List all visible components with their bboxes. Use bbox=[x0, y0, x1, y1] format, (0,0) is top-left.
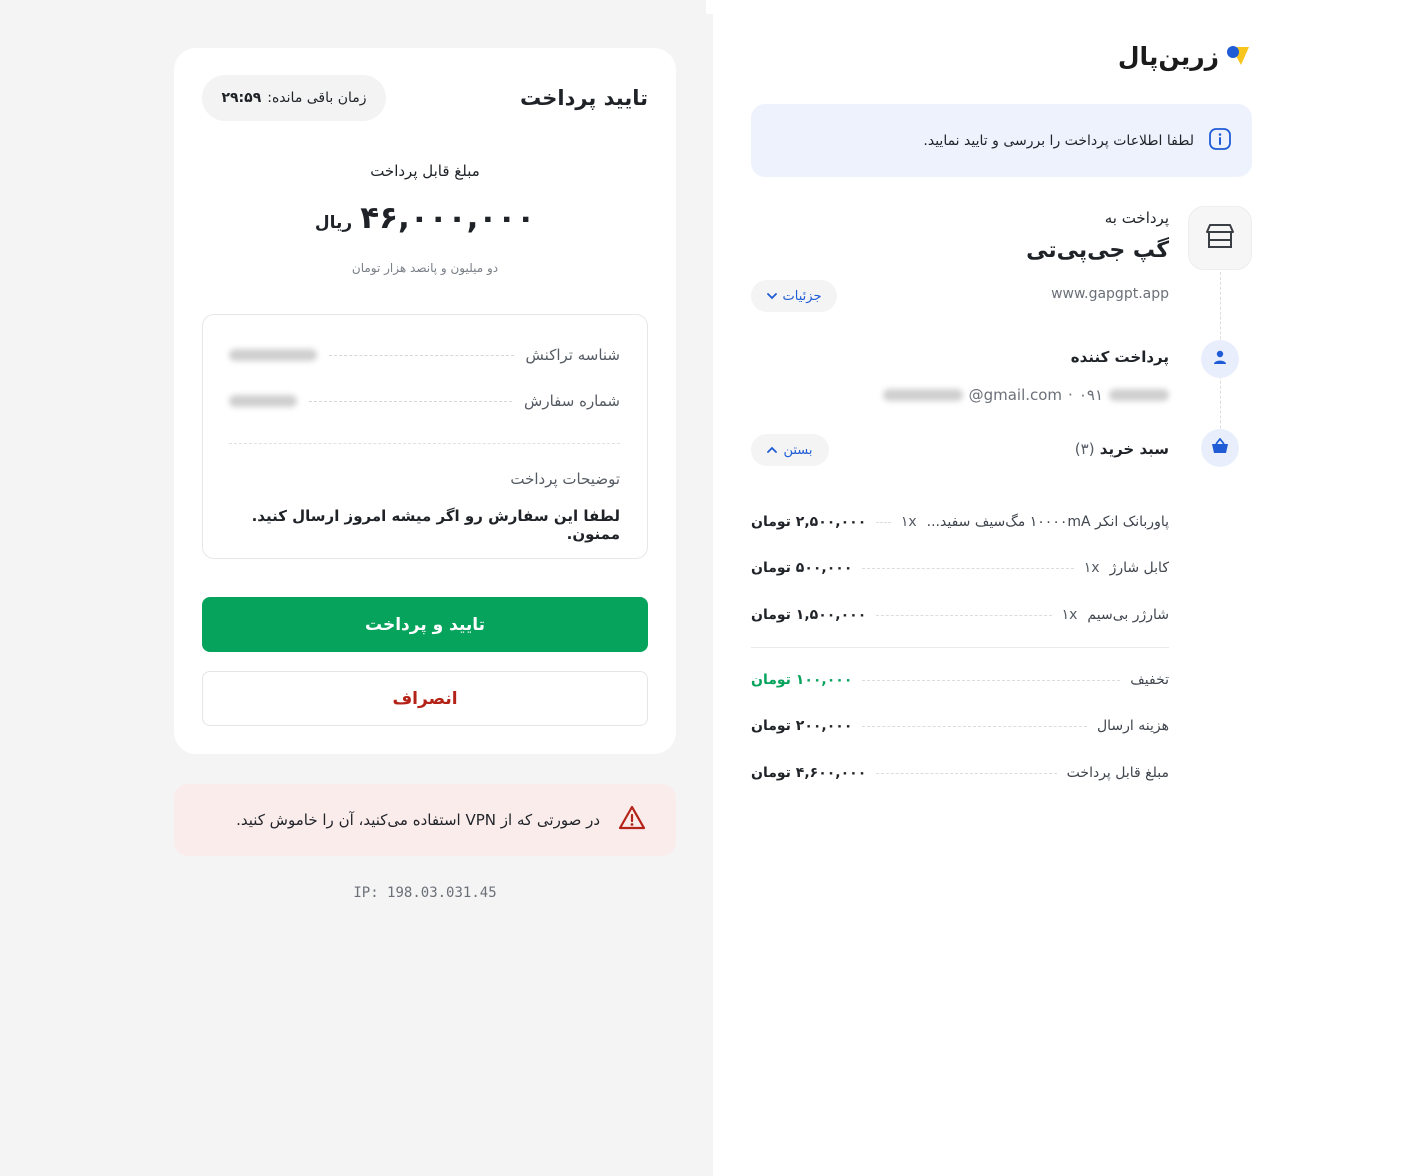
countdown-timer: زمان باقی مانده: ۲۹:۵۹ bbox=[202, 75, 386, 121]
payer-icon-circle bbox=[1201, 340, 1239, 378]
zarinpal-logo-icon bbox=[1225, 43, 1251, 71]
timer-label: زمان باقی مانده: bbox=[267, 90, 367, 106]
cart-item-name: شارژر بی‌سیم bbox=[1087, 607, 1169, 623]
transaction-id-row: شناسه تراکنش bbox=[229, 343, 620, 367]
store-icon-box bbox=[1188, 206, 1252, 270]
cart-label-row: سبد خرید (۳) bbox=[1075, 440, 1169, 458]
divider bbox=[751, 647, 1169, 648]
merchant-name: گپ جی‌پی‌تی bbox=[1026, 238, 1169, 263]
chevron-up-icon bbox=[767, 443, 778, 458]
vpn-warning-text: در صورتی که از VPN استفاده می‌کنید، آن ر… bbox=[236, 811, 600, 829]
dotted-leader bbox=[309, 400, 513, 402]
divider bbox=[229, 443, 620, 444]
amount-row: ۴۶,۰۰۰,۰۰۰ ریال bbox=[174, 200, 676, 236]
description-label: توضیحات پرداخت bbox=[510, 470, 620, 488]
cart-item-price: ۱,۵۰۰,۰۰۰ تومان bbox=[751, 607, 867, 623]
shipping-value: ۲۰۰,۰۰۰ تومان bbox=[751, 718, 853, 734]
amount-in-words: دو میلیون و پانصد هزار تومان bbox=[351, 261, 499, 275]
user-icon bbox=[1212, 349, 1228, 369]
vpn-warning-alert: در صورتی که از VPN استفاده می‌کنید، آن ر… bbox=[174, 784, 676, 856]
order-number-value-redacted bbox=[229, 395, 297, 407]
cart-item: کابل شارژ ۱x ۵۰۰,۰۰۰ تومان bbox=[751, 556, 1169, 580]
pane-notch bbox=[706, 0, 713, 14]
total-row: مبلغ قابل پرداخت ۴,۶۰۰,۰۰۰ تومان bbox=[751, 761, 1169, 785]
payer-phone-prefix: ۰۹۱ bbox=[1078, 386, 1103, 404]
info-banner-text: لطفا اطلاعات پرداخت را بررسی و تایید نما… bbox=[923, 132, 1194, 149]
pay-to-label: پرداخت به bbox=[1104, 209, 1169, 227]
transaction-id-label: شناسه تراکنش bbox=[525, 346, 620, 364]
merchant-details-toggle[interactable]: جزئیات bbox=[751, 280, 837, 312]
info-banner: لطفا اطلاعات پرداخت را بررسی و تایید نما… bbox=[751, 104, 1252, 177]
shipping-label: هزینه ارسال bbox=[1096, 718, 1169, 734]
cart-item-qty: ۱x bbox=[900, 514, 917, 530]
dotted-leader bbox=[876, 614, 1052, 616]
discount-value: ۱۰۰,۰۰۰ تومان bbox=[751, 672, 853, 688]
cart-label: سبد خرید bbox=[1099, 440, 1169, 458]
discount-label: تخفیف bbox=[1130, 672, 1169, 688]
description-text: لطفا این سفارش رو اگر میشه امروز ارسال ک… bbox=[251, 507, 620, 543]
payer-email-redacted bbox=[882, 389, 963, 401]
cart-count: (۳) bbox=[1074, 440, 1095, 458]
brand-name: زرین‌پال bbox=[1117, 42, 1219, 71]
amount-value: ۴۶,۰۰۰,۰۰۰ bbox=[360, 200, 536, 236]
ip-address: IP: 198.03.031.45 bbox=[353, 885, 497, 901]
left-pane: تایید پرداخت زمان باقی مانده: ۲۹:۵۹ مبلغ… bbox=[0, 0, 713, 1176]
payer-label: پرداخت کننده bbox=[1070, 348, 1169, 366]
payer-contact: @gmail.com · ۰۹۱ bbox=[882, 386, 1169, 404]
dotted-leader bbox=[862, 679, 1121, 681]
info-icon bbox=[1208, 127, 1232, 155]
dotted-leader bbox=[862, 725, 1087, 727]
cart-item-price: ۵۰۰,۰۰۰ تومان bbox=[751, 560, 853, 576]
amount-label: مبلغ قابل پرداخت bbox=[370, 162, 480, 180]
chevron-down-icon bbox=[766, 289, 777, 304]
total-label: مبلغ قابل پرداخت bbox=[1066, 765, 1169, 781]
cart-item-name: پاوربانک انکر ۱۰۰۰۰mA مگ‌سیف سفید... bbox=[926, 514, 1169, 530]
payment-details-box: شناسه تراکنش شماره سفارش توضیحات پرداخت … bbox=[202, 314, 648, 559]
store-icon bbox=[1204, 221, 1236, 255]
transaction-id-value-redacted bbox=[229, 349, 317, 361]
total-value: ۴,۶۰۰,۰۰۰ تومان bbox=[751, 765, 867, 781]
shipping-row: هزینه ارسال ۲۰۰,۰۰۰ تومان bbox=[751, 714, 1169, 738]
discount-row: تخفیف ۱۰۰,۰۰۰ تومان bbox=[751, 668, 1169, 692]
dotted-leader bbox=[876, 521, 891, 523]
cart-item: شارژر بی‌سیم ۱x ۱,۵۰۰,۰۰۰ تومان bbox=[751, 603, 1169, 627]
cancel-button[interactable]: انصراف bbox=[202, 671, 648, 726]
cart-item-qty: ۱x bbox=[1083, 560, 1100, 576]
payment-card: تایید پرداخت زمان باقی مانده: ۲۹:۵۹ مبلغ… bbox=[174, 48, 676, 754]
cart-icon-circle bbox=[1201, 429, 1239, 467]
dotted-leader bbox=[329, 354, 514, 356]
cart-item-qty: ۱x bbox=[1061, 607, 1078, 623]
order-number-label: شماره سفارش bbox=[524, 392, 620, 410]
confirm-and-pay-button[interactable]: تایید و پرداخت bbox=[202, 597, 648, 652]
payer-email-domain: @gmail.com bbox=[968, 386, 1063, 404]
merchant-url: www.gapgpt.app bbox=[1051, 286, 1169, 302]
brand-logo: زرین‌پال bbox=[1118, 42, 1251, 71]
amount-unit: ریال bbox=[314, 213, 353, 233]
cart-item: پاوربانک انکر ۱۰۰۰۰mA مگ‌سیف سفید... ۱x … bbox=[751, 510, 1169, 534]
dotted-leader bbox=[876, 772, 1057, 774]
cart-item-name: کابل شارژ bbox=[1109, 560, 1169, 576]
timer-value: ۲۹:۵۹ bbox=[221, 90, 262, 106]
details-toggle-label: جزئیات bbox=[782, 288, 822, 304]
cart-item-price: ۲,۵۰۰,۰۰۰ تومان bbox=[751, 514, 867, 530]
basket-icon bbox=[1211, 437, 1229, 458]
payment-title: تایید پرداخت bbox=[520, 86, 648, 110]
collapse-toggle-label: بستن bbox=[783, 442, 813, 458]
order-number-row: شماره سفارش bbox=[229, 389, 620, 413]
warning-icon bbox=[618, 805, 646, 835]
cart-collapse-toggle[interactable]: بستن bbox=[751, 434, 829, 466]
separator-dot: · bbox=[1068, 386, 1073, 404]
dotted-leader bbox=[862, 567, 1074, 569]
payer-phone-redacted bbox=[1109, 389, 1169, 401]
